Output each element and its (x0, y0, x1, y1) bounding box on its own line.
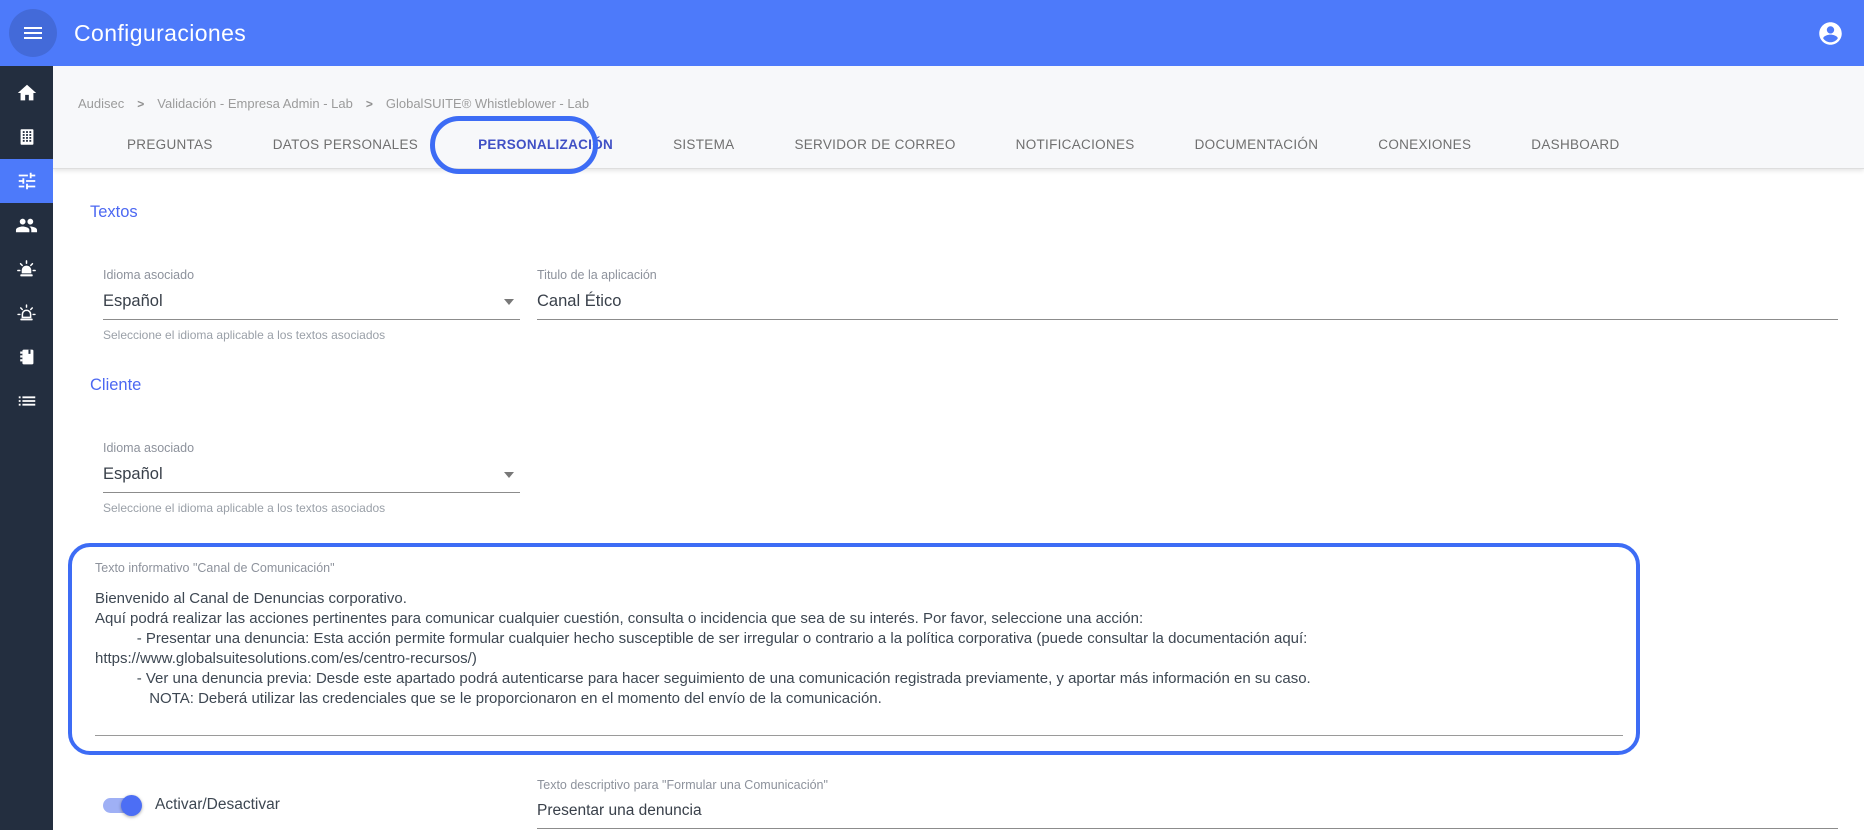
titulo-aplicacion-field: Titulo de la aplicación Canal Ético (537, 268, 1838, 320)
section-title-textos: Textos (90, 203, 1838, 222)
idioma-asociado-value: Español (103, 465, 163, 484)
tab-servidor-de-correo[interactable]: SERVIDOR DE CORREO (764, 121, 985, 169)
tab-bar: PREGUNTAS DATOS PERSONALES PERSONALIZACI… (53, 121, 1864, 169)
cliente-fields-row: Idioma asociado Español Seleccione el id… (90, 441, 1838, 515)
activar-desactivar-toggle[interactable] (103, 798, 140, 813)
main-content: Audisec > Validación - Empresa Admin - L… (53, 66, 1864, 830)
dropdown-arrow-icon (504, 472, 514, 478)
sidebar-item-company[interactable] (0, 115, 53, 159)
sidebar-item-home[interactable] (0, 71, 53, 115)
titulo-aplicacion-input[interactable]: Canal Ético (537, 282, 1838, 320)
tab-personalizacion[interactable]: PERSONALIZACIÓN (448, 121, 643, 169)
hamburger-menu-button[interactable] (9, 9, 57, 57)
settings-sliders-icon (16, 170, 38, 192)
tab-datos-personales[interactable]: DATOS PERSONALES (243, 121, 448, 169)
texto-descriptivo-label: Texto descriptivo para "Formular una Com… (537, 778, 1838, 792)
tab-sistema[interactable]: SISTEMA (643, 121, 764, 169)
texto-informativo-label: Texto informativo "Canal de Comunicación… (95, 561, 1838, 575)
notebook-icon (16, 346, 38, 368)
list-icon (16, 390, 38, 412)
idioma-asociado-select[interactable]: Español (103, 455, 520, 493)
tab-dashboard[interactable]: DASHBOARD (1501, 121, 1649, 169)
top-strip: Audisec > Validación - Empresa Admin - L… (53, 66, 1864, 169)
sidebar-item-incidents[interactable] (0, 291, 53, 335)
home-icon (16, 82, 38, 104)
breadcrumb-item-whistleblower[interactable]: GlobalSUITE® Whistleblower - Lab (386, 96, 589, 111)
tab-preguntas[interactable]: PREGUNTAS (97, 121, 243, 169)
activar-desactivar-label: Activar/Desactivar (155, 796, 280, 814)
idioma-asociado-value: Español (103, 292, 163, 311)
toggle-thumb (121, 795, 142, 816)
idioma-asociado-label: Idioma asociado (103, 441, 520, 455)
tab-documentacion[interactable]: DOCUMENTACIÓN (1165, 121, 1349, 169)
textos-fields-row: Idioma asociado Español Seleccione el id… (90, 268, 1838, 342)
chevron-right-icon: > (137, 97, 144, 111)
siren-icon (15, 258, 38, 281)
users-icon (15, 214, 38, 237)
idioma-asociado-field-cliente: Idioma asociado Español Seleccione el id… (103, 441, 520, 515)
page-title: Configuraciones (74, 20, 246, 47)
chevron-right-icon: > (366, 97, 373, 111)
breadcrumb-item-audisec[interactable]: Audisec (78, 96, 124, 111)
sidebar-item-settings[interactable] (0, 159, 53, 203)
idioma-asociado-select[interactable]: Español (103, 282, 520, 320)
sidebar-item-list[interactable] (0, 379, 53, 423)
titulo-aplicacion-label: Titulo de la aplicación (537, 268, 1838, 282)
tab-conexiones[interactable]: CONEXIONES (1348, 121, 1501, 169)
breadcrumb-item-empresa[interactable]: Validación - Empresa Admin - Lab (157, 96, 353, 111)
titulo-aplicacion-value: Canal Ético (537, 292, 621, 311)
settings-form: Textos Idioma asociado Español Seleccion… (53, 203, 1864, 829)
account-button[interactable] (1810, 13, 1850, 53)
breadcrumb: Audisec > Validación - Empresa Admin - L… (53, 66, 1864, 111)
app-header: Configuraciones (0, 0, 1864, 66)
bottom-row: Activar/Desactivar Texto descriptivo par… (90, 778, 1838, 829)
texto-informativo-textarea[interactable]: Bienvenido al Canal de Denuncias corpora… (95, 589, 1617, 709)
texto-descriptivo-field: Texto descriptivo para "Formular una Com… (537, 778, 1838, 829)
tab-notificaciones[interactable]: NOTIFICACIONES (986, 121, 1165, 169)
section-title-cliente: Cliente (90, 376, 1838, 395)
idioma-asociado-field-textos: Idioma asociado Español Seleccione el id… (103, 268, 520, 342)
account-circle-icon (1817, 20, 1844, 47)
idioma-asociado-helper: Seleccione el idioma aplicable a los tex… (103, 501, 520, 515)
texto-informativo-field: Texto informativo "Canal de Comunicación… (90, 561, 1838, 736)
sidebar-item-alerts[interactable] (0, 247, 53, 291)
activar-desactivar-row: Activar/Desactivar (103, 796, 520, 814)
sidebar-item-users[interactable] (0, 203, 53, 247)
sidebar-item-notebook[interactable] (0, 335, 53, 379)
idioma-asociado-helper: Seleccione el idioma aplicable a los tex… (103, 328, 520, 342)
texto-informativo-underline (95, 735, 1623, 736)
building-icon (16, 126, 38, 148)
siren-outline-icon (15, 302, 38, 325)
hamburger-icon (21, 21, 45, 45)
texto-descriptivo-input[interactable]: Presentar una denuncia (537, 792, 1838, 829)
texto-descriptivo-value: Presentar una denuncia (537, 802, 702, 820)
sidebar-nav (0, 66, 53, 830)
dropdown-arrow-icon (504, 299, 514, 305)
idioma-asociado-label: Idioma asociado (103, 268, 520, 282)
